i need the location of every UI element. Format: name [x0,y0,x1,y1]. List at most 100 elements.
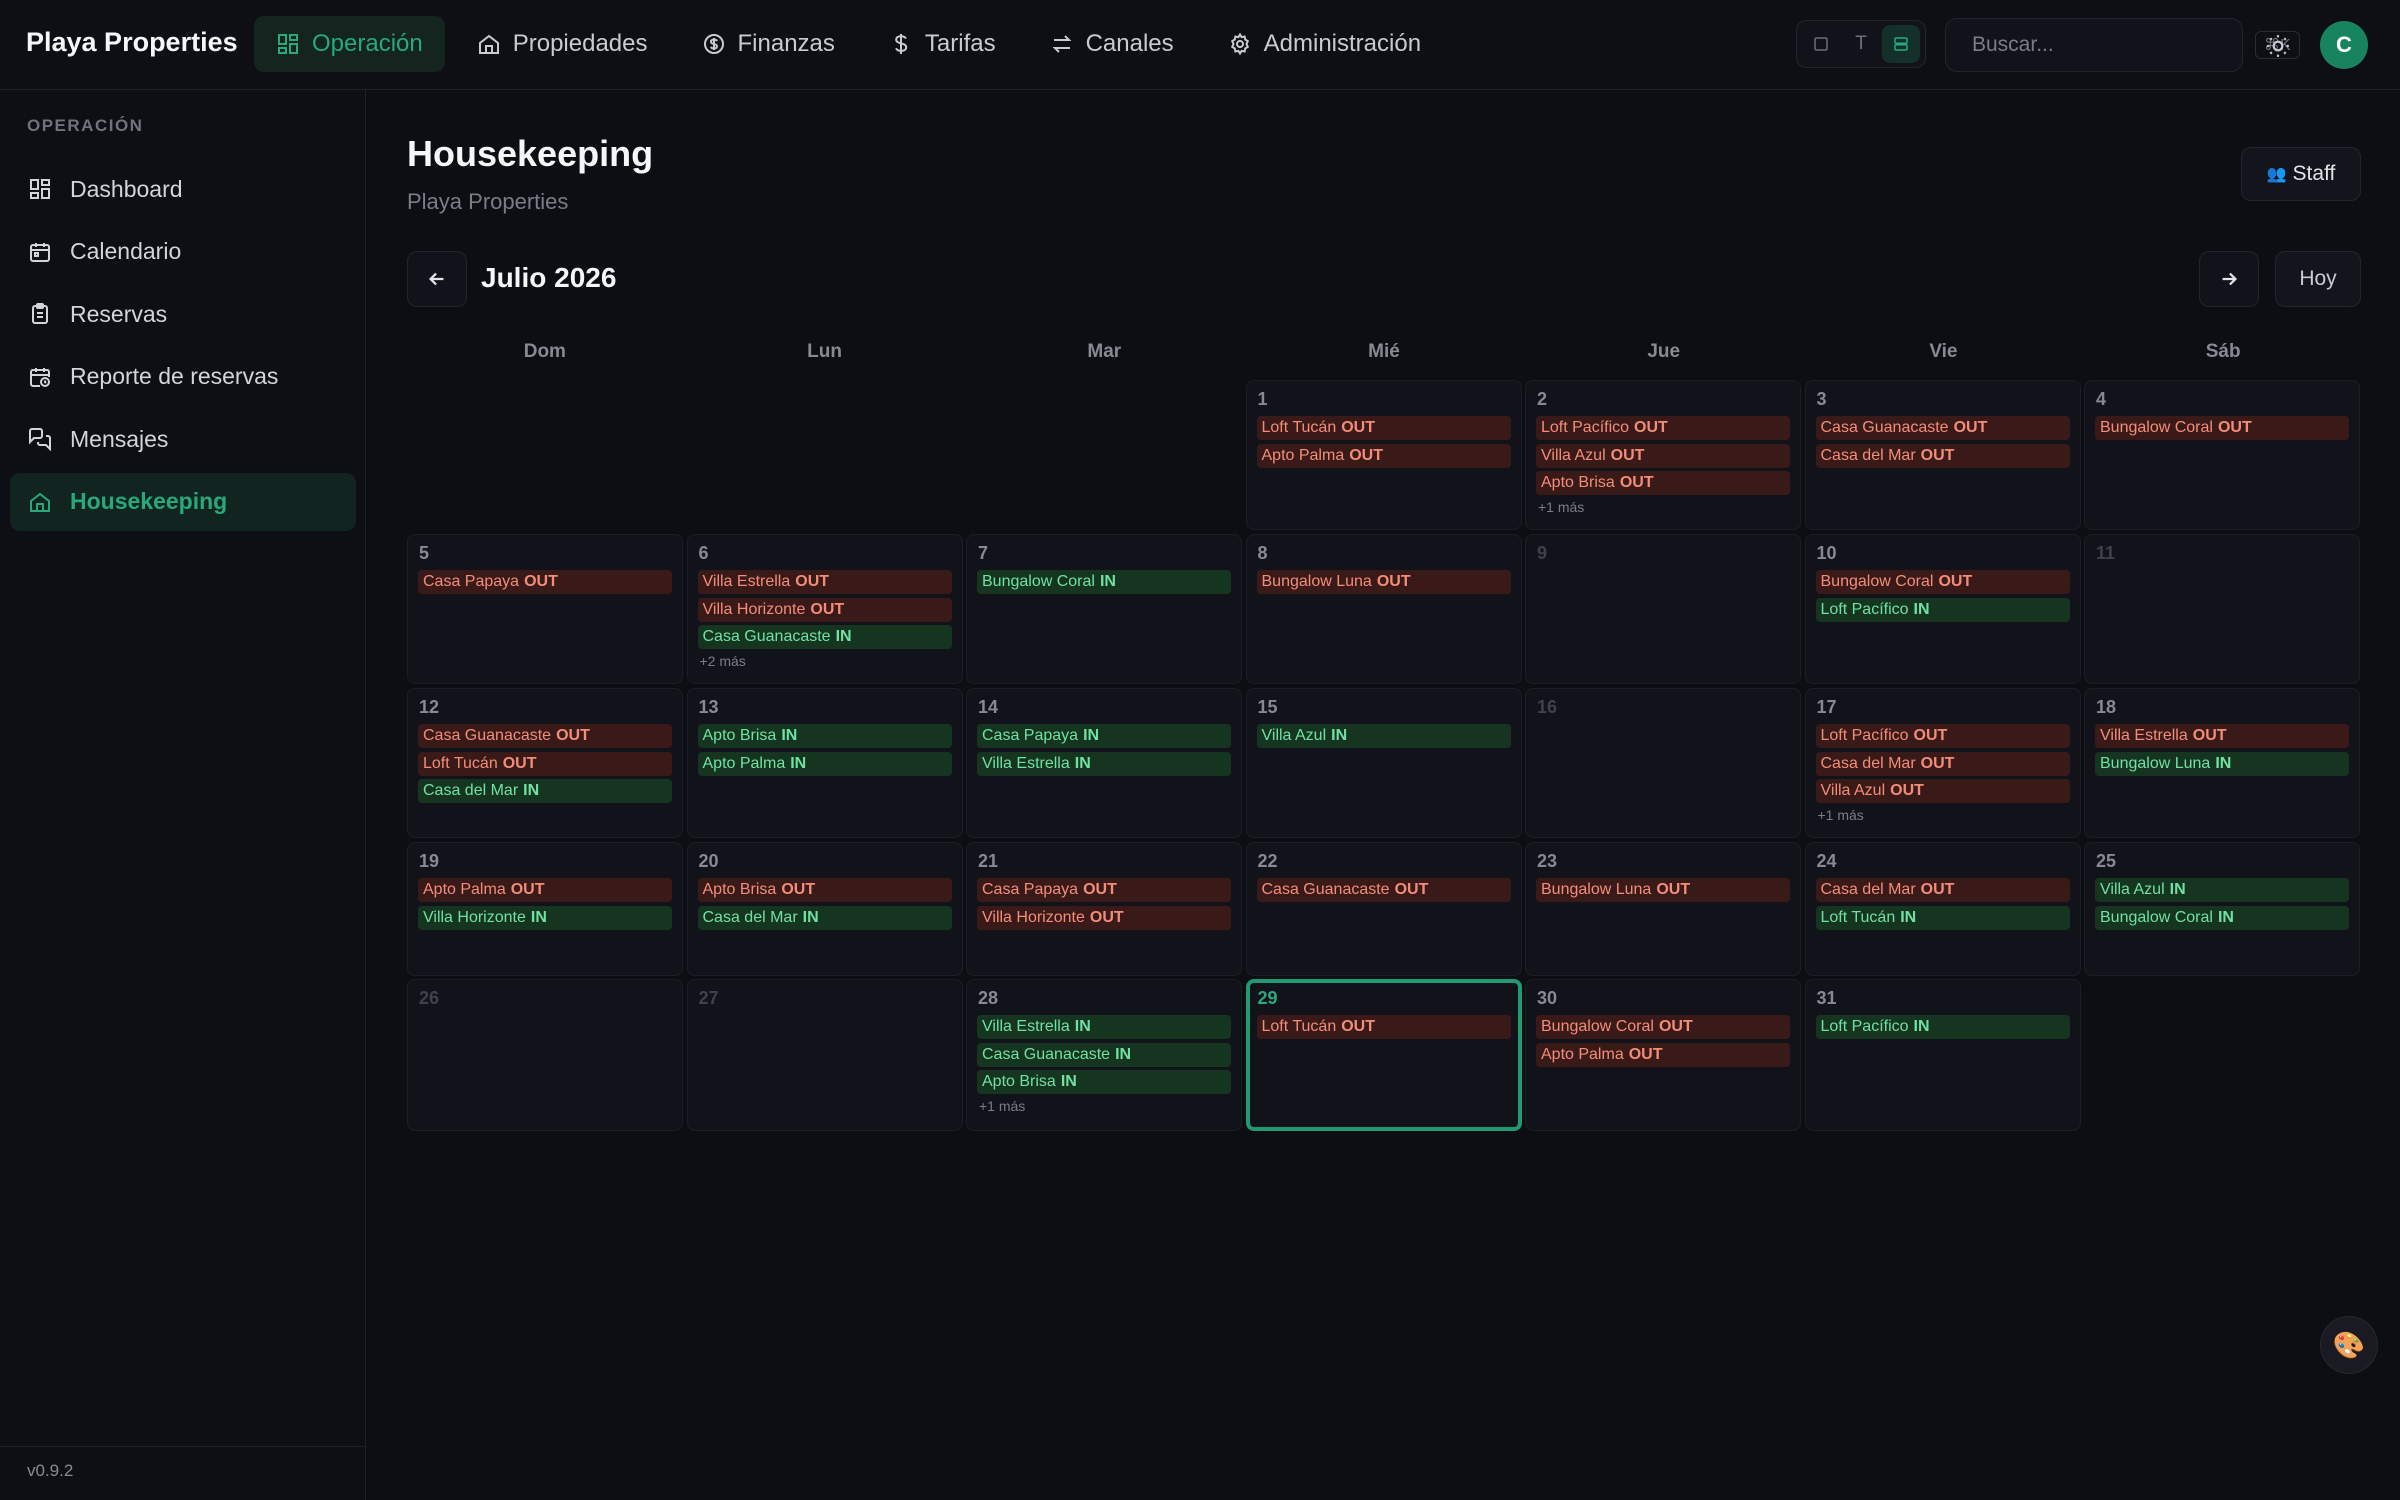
brand-logo[interactable]: Playa Properties [26,27,238,58]
day-cell[interactable]: 6 Villa Estrella OUT Villa Horizonte OUT Casa… [686,534,963,684]
day-cell[interactable]: 12 Casa Guanacaste OUT Loft Tucán OUT Casa de… [407,688,683,838]
more-events-link[interactable]: +1 más [1816,807,2070,823]
checkin-event[interactable]: Bungalow Luna IN [2095,751,2349,776]
day-cell[interactable]: 22 Casa Guanacaste OUT [1245,842,1522,976]
day-cell[interactable]: 28 Villa Estrella IN Casa Guanacaste IN Apto … [966,979,1242,1131]
checkout-event[interactable]: Casa del Mar OUT [1815,878,2070,902]
checkin-event[interactable]: Loft Pacífico IN [1815,597,2070,622]
day-cell[interactable]: 5 Casa Papaya OUT [407,534,683,684]
checkout-event[interactable]: Casa del Mar OUT [1815,443,2070,468]
day-cell[interactable]: 16 [1525,688,1801,838]
day-cell[interactable]: 25 Villa Azul IN Bungalow Coral IN [2084,842,2360,976]
more-events-link[interactable]: +1 más [1536,499,1790,515]
checkout-event[interactable]: Bungalow Coral OUT [1815,570,2070,594]
nav-canales[interactable]: Canales [1028,16,1196,72]
day-cell[interactable]: 2 Loft Pacífico OUT Villa Azul OUT Apto Brisa… [1525,380,1801,530]
checkout-event[interactable]: Apto Palma OUT [1256,443,1511,468]
day-cell[interactable]: 20 Apto Brisa OUT Casa del Mar IN [686,842,963,976]
checkin-event[interactable]: Casa Guanacaste IN [977,1042,1231,1067]
checkout-event[interactable]: Bungalow Luna OUT [1256,570,1511,594]
checkout-event[interactable]: Loft Tucán OUT [418,751,672,776]
day-cell[interactable]: 17 Loft Pacífico OUT Casa del Mar OUT Villa A… [1804,688,2081,838]
checkout-event[interactable]: Villa Horizonte OUT [977,905,1231,930]
day-cell-today[interactable]: 29 Loft Tucán OUT [1245,979,1522,1131]
day-cell[interactable]: 18 Villa Estrella OUT Bungalow Luna IN [2084,688,2360,838]
checkout-event[interactable]: Casa Guanacaste OUT [1256,878,1511,902]
checkout-event[interactable]: Bungalow Coral OUT [1536,1015,1790,1039]
checkout-event[interactable]: Villa Estrella OUT [697,570,952,594]
checkin-event[interactable]: Villa Horizonte IN [418,905,672,930]
sidebar-item-reservas[interactable]: Reservas [10,285,356,343]
checkout-event[interactable]: Apto Palma OUT [1536,1042,1790,1067]
checkout-event[interactable]: Bungalow Luna OUT [1536,878,1790,902]
day-cell[interactable]: 3 Casa Guanacaste OUT Casa del Mar OUT [1804,380,2081,530]
checkin-event[interactable]: Casa del Mar IN [418,779,672,804]
checkout-event[interactable]: Casa Guanacaste OUT [1815,416,2070,440]
nav-finanzas[interactable]: Finanzas [680,16,857,72]
checkout-event[interactable]: Casa Guanacaste OUT [418,724,672,748]
checkout-event[interactable]: Villa Azul OUT [1536,443,1790,468]
checkout-event[interactable]: Casa del Mar OUT [1815,751,2070,776]
day-cell[interactable]: 7 Bungalow Coral IN [966,534,1242,684]
checkout-event[interactable]: Villa Horizonte OUT [697,597,952,622]
checkout-event[interactable]: Villa Azul OUT [1815,779,2070,804]
checkout-event[interactable]: Apto Brisa OUT [1536,471,1790,496]
sidebar-item-reporte-de-reservas[interactable]: Reporte de reservas [10,348,356,406]
day-cell[interactable]: 27 [686,979,963,1131]
more-events-link[interactable]: +1 más [977,1098,1231,1114]
sidebar-item-mensajes[interactable]: Mensajes [10,410,356,468]
checkout-event[interactable]: Loft Pacífico OUT [1815,724,2070,748]
checkout-event[interactable]: Apto Palma OUT [418,878,672,902]
day-cell[interactable]: 9 [1525,534,1801,684]
checkin-event[interactable]: Bungalow Coral IN [2095,905,2349,930]
checkout-event[interactable]: Apto Brisa OUT [697,878,952,902]
day-cell[interactable]: 19 Apto Palma OUT Villa Horizonte IN [407,842,683,976]
checkin-event[interactable]: Villa Estrella IN [977,1015,1231,1039]
palette-button[interactable]: 🎨 [2320,1316,2378,1374]
search-input[interactable] [1972,33,2243,57]
more-events-link[interactable]: +2 más [698,653,952,669]
day-cell[interactable]: 23 Bungalow Luna OUT [1525,842,1801,976]
view-list-button[interactable] [1882,25,1920,63]
checkin-event[interactable]: Apto Brisa IN [977,1070,1231,1095]
day-cell[interactable]: 14 Casa Papaya IN Villa Estrella IN [966,688,1242,838]
sidebar-item-dashboard[interactable]: Dashboard [10,160,356,218]
day-cell[interactable]: 11 [2084,534,2360,684]
checkout-event[interactable]: Casa Papaya OUT [418,570,672,594]
nav-propiedades[interactable]: Propiedades [455,16,670,72]
checkin-event[interactable]: Apto Brisa IN [697,724,952,748]
day-cell[interactable]: 1 Loft Tucán OUT Apto Palma OUT [1245,380,1522,530]
nav-operacion[interactable]: Operación [254,16,445,72]
checkout-event[interactable]: Loft Pacífico OUT [1536,416,1790,440]
day-cell[interactable]: 26 [407,979,683,1131]
view-text-button[interactable]: T [1842,25,1880,63]
avatar[interactable]: C [2320,21,2368,69]
day-cell[interactable]: 15 Villa Azul IN [1245,688,1522,838]
theme-toggle-button[interactable] [2258,26,2298,66]
checkout-event[interactable]: Casa Papaya OUT [977,878,1231,902]
day-cell[interactable]: 30 Bungalow Coral OUT Apto Palma OUT [1525,979,1801,1131]
day-cell[interactable]: 21 Casa Papaya OUT Villa Horizonte OUT [966,842,1242,976]
checkin-event[interactable]: Casa del Mar IN [697,905,952,930]
checkin-event[interactable]: Loft Pacífico IN [1815,1015,2070,1039]
checkout-event[interactable]: Villa Estrella OUT [2095,724,2349,748]
checkin-event[interactable]: Villa Azul IN [1256,724,1511,748]
checkin-event[interactable]: Casa Guanacaste IN [697,625,952,650]
sidebar-item-calendario[interactable]: Calendario [10,223,356,281]
nav-administracion[interactable]: Administración [1206,16,1443,72]
checkin-event[interactable]: Villa Azul IN [2095,878,2349,902]
nav-tarifas[interactable]: Tarifas [867,16,1018,72]
checkin-event[interactable]: Loft Tucán IN [1815,905,2070,930]
checkout-event[interactable]: Bungalow Coral OUT [2095,416,2349,440]
checkin-event[interactable]: Bungalow Coral IN [977,570,1231,594]
day-cell[interactable]: 24 Casa del Mar OUT Loft Tucán IN [1804,842,2081,976]
checkin-event[interactable]: Villa Estrella IN [977,751,1231,776]
checkout-event[interactable]: Loft Tucán OUT [1256,1015,1511,1039]
checkin-event[interactable]: Casa Papaya IN [977,724,1231,748]
day-cell[interactable]: 10 Bungalow Coral OUT Loft Pacífico IN [1804,534,2081,684]
day-cell[interactable]: 8 Bungalow Luna OUT [1245,534,1522,684]
sidebar-item-housekeeping[interactable]: Housekeeping [10,472,356,531]
checkin-event[interactable]: Apto Palma IN [697,751,952,776]
day-cell[interactable]: 31 Loft Pacífico IN [1804,979,2081,1131]
day-cell[interactable]: 13 Apto Brisa IN Apto Palma IN [686,688,963,838]
